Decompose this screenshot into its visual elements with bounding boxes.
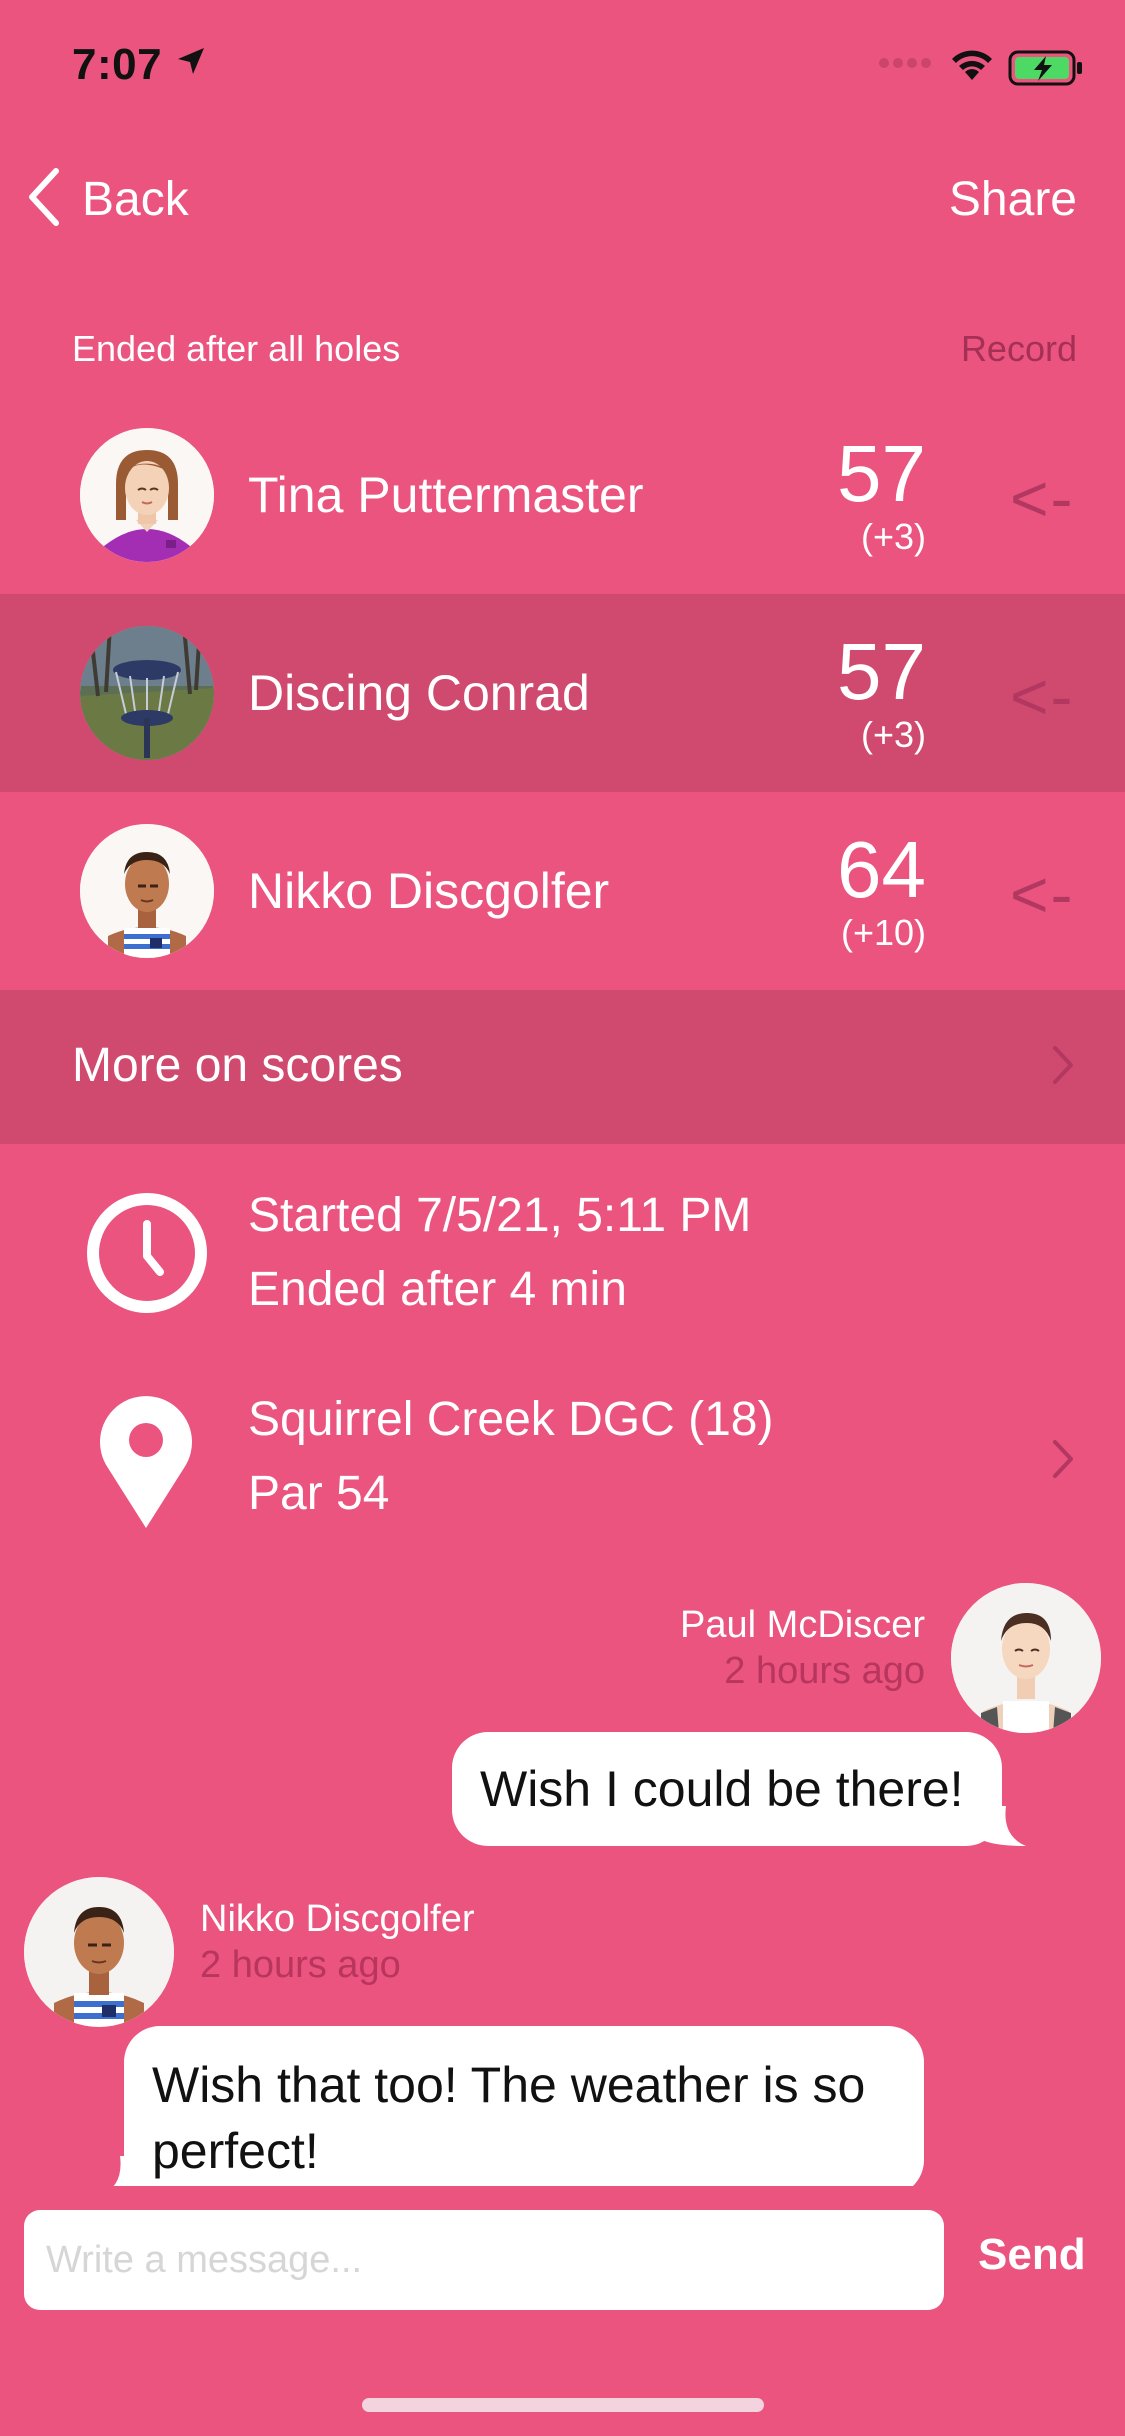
record-arrow: <- <box>1010 461 1075 535</box>
player-score: 57 <box>837 627 926 716</box>
status-bar: 7:07 <box>0 0 1125 140</box>
chevron-left-icon <box>26 167 62 232</box>
message-author: Paul McDiscer <box>680 1604 925 1646</box>
message-author: Nikko Discgolfer <box>200 1898 475 1940</box>
basket-photo-avatar <box>80 626 214 760</box>
message-bubble: Wish I could be there! <box>452 1732 1026 1846</box>
record-arrow: <- <box>1010 659 1075 733</box>
home-indicator[interactable] <box>362 2398 764 2412</box>
record-arrow: <- <box>1010 857 1075 931</box>
woman-avatar <box>80 428 214 562</box>
more-on-scores-label: More on scores <box>72 1039 403 1092</box>
round-duration: Ended after 4 min <box>248 1263 627 1316</box>
player-score: 57 <box>837 429 926 518</box>
location-arrow-icon <box>176 46 206 81</box>
player-name: Nikko Discgolfer <box>248 863 610 919</box>
player-score: 64 <box>837 825 926 914</box>
record-label: Record <box>960 328 1077 369</box>
player-name: Discing Conrad <box>248 665 590 721</box>
player-row[interactable]: Discing Conrad 57 (+3) <- <box>0 594 1125 792</box>
chevron-right-icon <box>1051 1438 1075 1485</box>
message-input[interactable] <box>24 2210 944 2310</box>
message-text: Wish that too! The weather is so perfect… <box>152 2057 866 2179</box>
wifi-icon <box>950 48 994 87</box>
round-started: Started 7/5/21, 5:11 PM <box>248 1189 752 1242</box>
message-time: 2 hours ago <box>724 1650 925 1692</box>
course-par: Par 54 <box>248 1467 390 1520</box>
man-avatar <box>80 824 214 958</box>
cellular-signal-icon <box>878 56 934 75</box>
player-score-diff: (+10) <box>840 912 926 953</box>
scores-header: Ended after all holes Record <box>72 328 1077 374</box>
message-bubble: Wish that too! The weather is so perfect… <box>100 2026 924 2196</box>
player-row[interactable]: Nikko Discgolfer 64 (+10) <- <box>0 792 1125 990</box>
player-row[interactable]: Tina Puttermaster 57 (+3) <- <box>0 396 1125 594</box>
back-label: Back <box>82 172 189 226</box>
course-row[interactable]: Squirrel Creek DGC (18) Par 54 <box>0 1370 1125 1540</box>
scores-title: Ended after all holes <box>72 328 401 369</box>
battery-charging-icon <box>1008 50 1084 91</box>
paul-avatar[interactable] <box>951 1583 1101 1733</box>
status-time: 7:07 <box>72 40 163 89</box>
player-score-diff: (+3) <box>860 714 926 755</box>
send-button[interactable]: Send <box>978 2230 1086 2280</box>
share-button[interactable]: Share <box>949 164 1077 234</box>
message-time: 2 hours ago <box>200 1944 401 1986</box>
location-pin-icon <box>96 1394 196 1535</box>
more-on-scores-row[interactable]: More on scores <box>0 990 1125 1144</box>
nikko-avatar[interactable] <box>24 1877 174 2027</box>
player-score-diff: (+3) <box>860 516 926 557</box>
message-text: Wish I could be there! <box>480 1761 964 1817</box>
clock-icon <box>86 1192 208 1319</box>
back-button[interactable]: Back <box>26 164 189 234</box>
player-name: Tina Puttermaster <box>248 467 644 523</box>
course-name: Squirrel Creek DGC (18) <box>248 1393 774 1446</box>
chevron-right-icon <box>1051 1044 1075 1091</box>
